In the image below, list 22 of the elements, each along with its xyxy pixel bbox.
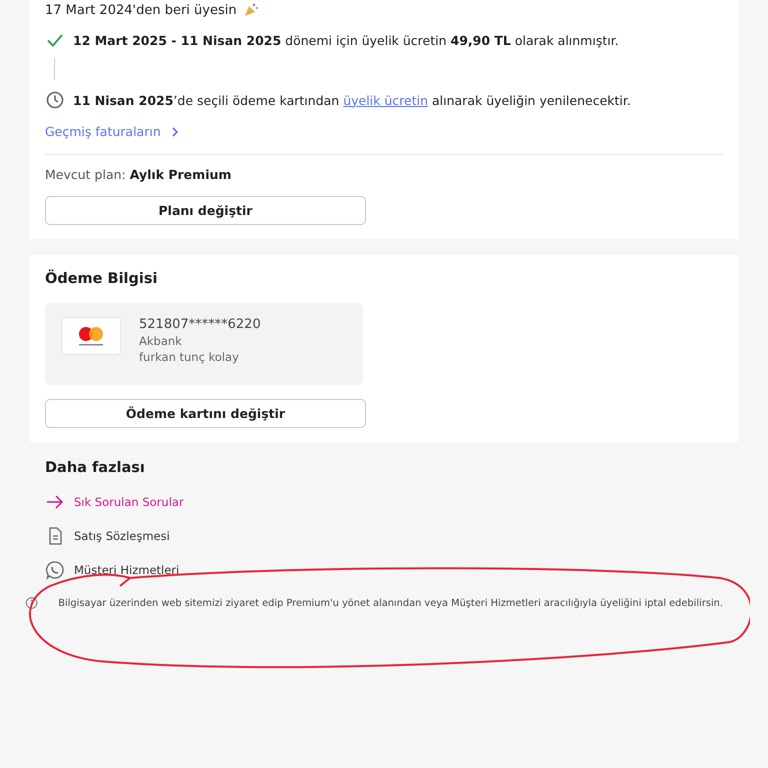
timeline-text: 11 Nisan 2025’de seçili ödeme kartından üyelik ücretin alınarak üyeliğin yenilenecektir. <box>73 92 631 108</box>
change-card-button[interactable]: Ödeme kartını değiştir <box>45 399 366 428</box>
past-invoices-link[interactable]: Geçmiş faturaların <box>45 124 181 139</box>
card-number: 521807******6220 <box>139 317 261 332</box>
section-title: Ödeme Bilgisi <box>45 271 158 287</box>
membership-fee-link[interactable]: üyelik ücretin <box>343 92 428 108</box>
more-link[interactable]: Satış Sözleşmesi <box>45 526 170 546</box>
section-title: Daha fazlası <box>45 460 146 476</box>
bank-name: Akbank <box>139 334 183 348</box>
more-link[interactable]: Sık Sorulan Sorular <box>45 492 184 512</box>
card-holder: furkan tunç kolay <box>139 350 240 364</box>
party-icon <box>242 2 259 18</box>
info-text: Bilgisayar üzerinden web sitemizi ziyaret edip Premium'u yönet alanından veya Müşteri Hizmetleri aracılığıyla üyeliğini iptal edebilirsin. <box>58 598 723 608</box>
timeline-text: 12 Mart 2025 - 11 Nisan 2025 dönemi için üyelik ücretin 49,90 TL olarak alınmıştır. <box>73 32 619 48</box>
card-logo-icon <box>61 317 121 355</box>
clock-icon <box>45 90 65 110</box>
more-link[interactable]: Müşteri Hizmetleri <box>45 560 180 580</box>
chat-icon <box>45 560 65 580</box>
plan-label: Mevcut plan: <box>45 167 126 182</box>
change-plan-button[interactable]: Planı değiştir <box>45 196 366 225</box>
membership-since: 17 Mart 2024'den beri üyesin <box>45 2 237 18</box>
plan-name: Aylık Premium <box>130 167 232 182</box>
